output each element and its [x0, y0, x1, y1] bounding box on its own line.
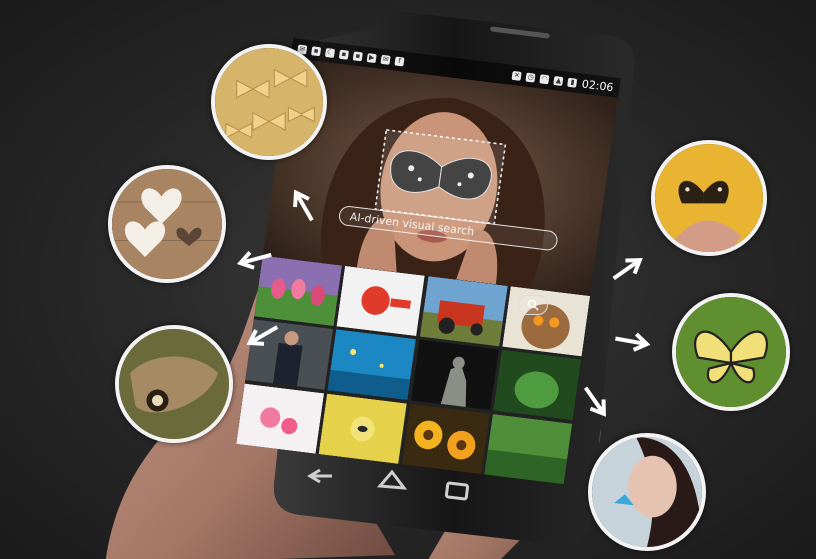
result-underwater[interactable]	[327, 329, 416, 401]
result-statue[interactable]	[410, 339, 499, 411]
selection-box[interactable]	[374, 129, 507, 225]
video-icon: ▶	[366, 52, 377, 63]
wooden-hearts-butterfly-circle	[108, 165, 226, 283]
wifi-icon: ◠	[539, 73, 550, 84]
search-submit-button[interactable]	[518, 295, 548, 315]
result-red-sign[interactable]	[336, 265, 425, 337]
chat-icon: ▪	[352, 50, 363, 61]
result-red-tractor[interactable]	[419, 276, 508, 347]
alarm-icon: ◷	[525, 72, 536, 83]
result-eagle-owl[interactable]	[501, 286, 591, 357]
search-icon	[527, 299, 539, 311]
result-grass[interactable]	[484, 413, 573, 485]
woman-with-butterfly-circle	[588, 433, 706, 551]
mute-icon: ✕	[511, 70, 523, 81]
battery-icon: ▮	[567, 77, 578, 88]
moon-icon: ☾	[324, 47, 336, 58]
swallowtail-butterfly-circle	[672, 293, 790, 411]
butterfly-on-hand-circle	[651, 140, 767, 256]
result-bee-flower[interactable]	[318, 393, 407, 464]
promo-scene: ✉ ▪ ☾ ▪ ▪ ▶ ✉ f ✕ ◷ ◠ ▲ ▮ 02:06 AI-drive…	[0, 0, 816, 559]
owl-butterfly-circle	[115, 325, 233, 443]
mail-icon: ✉	[380, 54, 391, 65]
status-time: 02:06	[581, 76, 615, 94]
signal-icon: ▲	[553, 75, 564, 86]
facebook-icon: f	[394, 56, 405, 67]
chat-icon: ▪	[311, 45, 322, 56]
result-sunflowers[interactable]	[401, 403, 490, 475]
result-green-plant[interactable]	[493, 349, 582, 421]
result-pink-flowers[interactable]	[236, 383, 325, 454]
chat-icon: ▪	[338, 49, 350, 60]
pasta-bow-circle	[211, 44, 327, 160]
results-grid	[236, 255, 591, 485]
